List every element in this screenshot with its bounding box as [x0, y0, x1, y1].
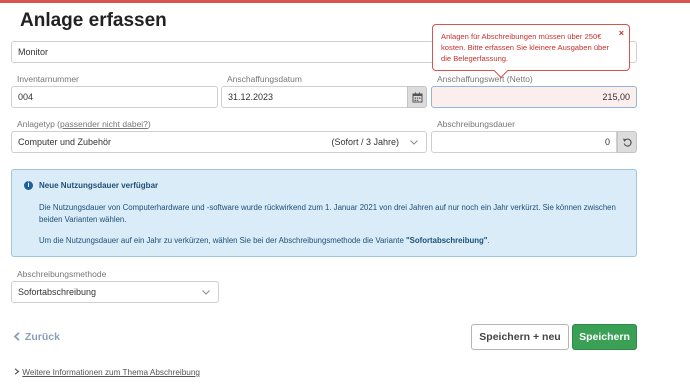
info-paragraph-2-bold: "Sofortabschreibung" — [405, 236, 488, 245]
save-and-new-button[interactable]: Speichern + neu — [471, 324, 569, 350]
back-button-label: Zurück — [24, 331, 60, 343]
depreciation-info-link-label: Weitere Informationen zum Thema Abschrei… — [22, 368, 200, 377]
asset-type-missing-link[interactable]: passender nicht dabei? — [60, 119, 148, 129]
undo-icon — [622, 137, 632, 147]
asset-type-select[interactable]: Computer und Zubehör (Sofort / 3 Jahre) — [11, 131, 427, 153]
depreciation-method-value: Sofortabschreibung — [18, 287, 97, 297]
error-popover: Anlagen für Abschreibungen müssen über 2… — [432, 24, 630, 79]
back-button[interactable]: Zurück — [13, 331, 60, 343]
info-alert-paragraph-2: Um die Nutzungsdauer auf ein Jahr zu ver… — [39, 235, 629, 247]
depreciation-info-link[interactable]: Weitere Informationen zum Thema Abschrei… — [13, 368, 200, 377]
page-title: Anlage erfassen — [20, 10, 167, 31]
asset-type-label-text: Anlagetyp — [17, 119, 55, 129]
depreciation-period-label: Abschreibungsdauer — [437, 119, 515, 129]
depreciation-period-input[interactable]: 0 — [431, 131, 617, 153]
acquisition-value-label: Anschaffungswert (Netto) — [437, 74, 533, 84]
acquisition-date-value: 31.12.2023 — [228, 92, 274, 102]
inventory-value: 004 — [18, 92, 34, 102]
inventory-label: Inventarnummer — [17, 74, 79, 84]
error-popover-text: Anlagen für Abschreibungen müssen über 2… — [441, 32, 610, 63]
chevron-down-icon — [202, 290, 210, 295]
info-alert: i Neue Nutzungsdauer verfügbar Die Nutzu… — [11, 169, 637, 257]
asset-type-hint: (Sofort / 3 Jahre) — [331, 137, 399, 147]
acquisition-value-input[interactable]: 215,00 — [431, 86, 637, 108]
info-paragraph-2-suffix: . — [487, 236, 490, 245]
asset-type-value: Computer und Zubehör — [18, 137, 112, 147]
description-value: Monitor — [18, 47, 49, 57]
depreciation-method-label: Abschreibungsmethode — [17, 269, 107, 279]
close-icon[interactable]: × — [619, 28, 624, 39]
depreciation-method-select[interactable]: Sofortabschreibung — [11, 281, 219, 303]
chevron-left-icon — [13, 332, 20, 341]
inventory-input[interactable]: 004 — [11, 86, 218, 108]
save-button[interactable]: Speichern — [572, 324, 637, 350]
calendar-button[interactable] — [407, 86, 427, 108]
info-icon: i — [24, 181, 33, 190]
info-alert-title: Neue Nutzungsdauer verfügbar — [39, 181, 159, 190]
chevron-down-icon — [410, 140, 418, 145]
calendar-icon — [412, 92, 422, 102]
info-alert-paragraph-1: Die Nutzungsdauer von Computerhardware u… — [39, 203, 616, 224]
chevron-right-icon — [14, 368, 20, 375]
acquisition-date-label: Anschaffungsdatum — [227, 74, 302, 84]
depreciation-period-value: 0 — [604, 137, 610, 147]
asset-type-label: Anlagetyp (passender nicht dabei?) — [17, 119, 151, 129]
info-paragraph-2-prefix: Um die Nutzungsdauer auf ein Jahr zu ver… — [39, 236, 406, 245]
acquisition-value-value: 215,00 — [602, 92, 630, 102]
top-accent-bar — [0, 0, 690, 3]
acquisition-date-input[interactable]: 31.12.2023 — [221, 86, 408, 108]
reset-button[interactable] — [617, 131, 637, 153]
